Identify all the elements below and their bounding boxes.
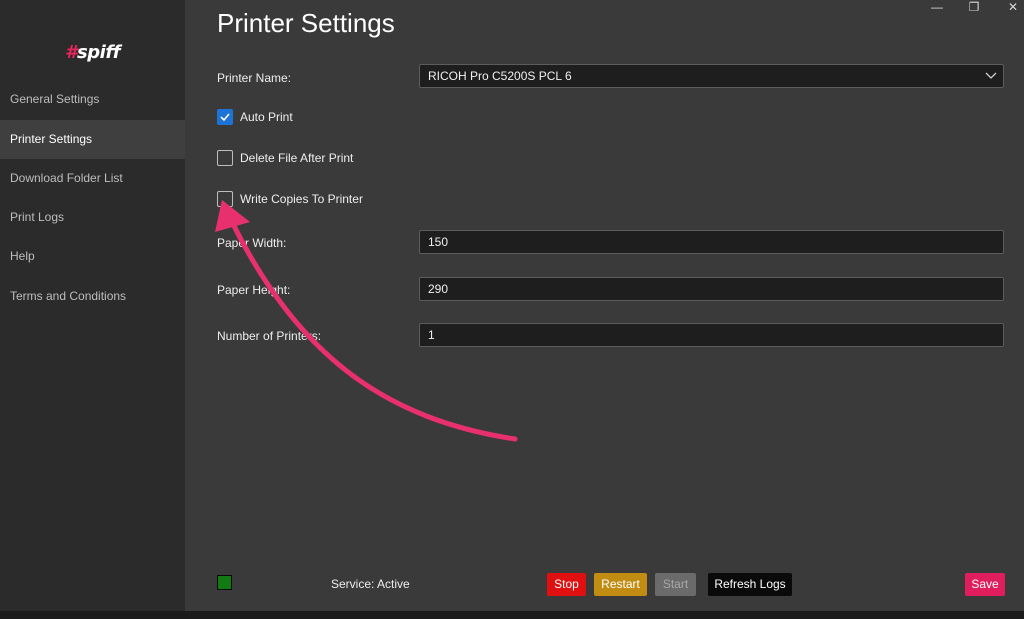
annotation-arrow (215, 200, 518, 442)
taskbar (0, 611, 1024, 619)
